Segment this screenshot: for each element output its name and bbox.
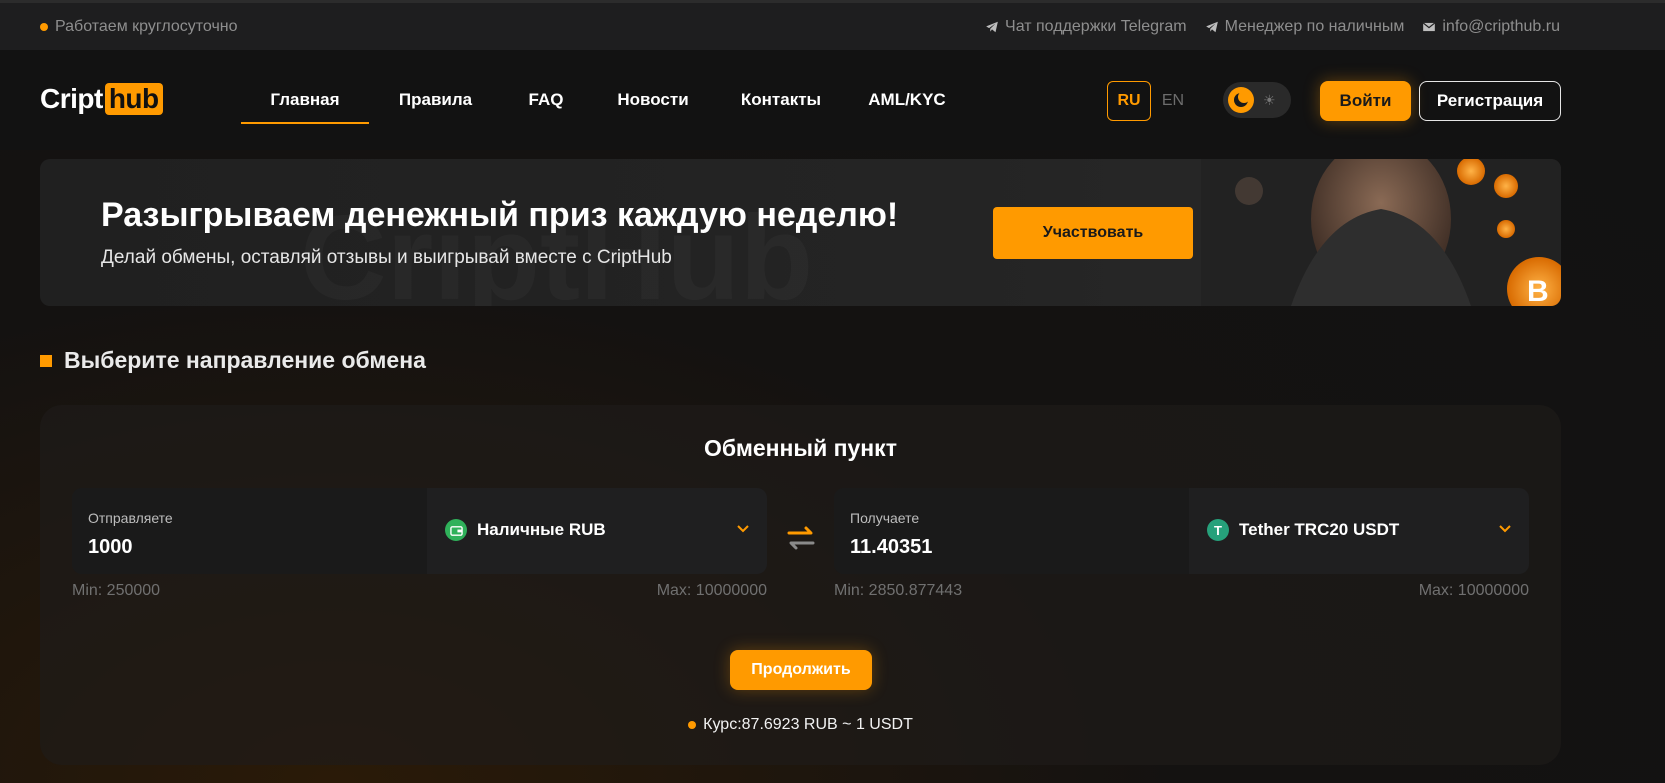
nav-rules-label: Правила — [398, 90, 473, 109]
lang-ru-button[interactable]: RU — [1107, 81, 1151, 121]
telegram-support-link[interactable]: Чат поддержки Telegram — [985, 18, 1187, 36]
section-title-text: Выберите направление обмена — [64, 347, 426, 373]
logo[interactable]: Cript hub — [40, 83, 163, 115]
register-button[interactable]: Регистрация — [1419, 81, 1561, 121]
send-limits: Min: 250000 Max: 10000000 — [72, 582, 767, 600]
nav-contacts-label: Контакты — [740, 90, 822, 109]
section-heading: Выберите направление обмена — [40, 347, 426, 374]
cash-manager-label: Менеджер по наличным — [1224, 18, 1405, 35]
telegram-icon — [986, 21, 998, 33]
receive-currency-select[interactable]: T Tether TRC20 USDT — [1207, 519, 1399, 541]
email-link[interactable]: info@cripthub.ru — [1422, 18, 1560, 36]
rate-dot — [688, 721, 697, 729]
lang-en-button[interactable]: EN — [1156, 81, 1190, 121]
nav-aml-kyc-label: AML/KYC — [868, 90, 946, 109]
exchange-title: Обменный пункт — [704, 435, 897, 461]
cash-manager-link[interactable]: Менеджер по наличным — [1205, 18, 1405, 36]
wallet-icon — [445, 519, 467, 541]
sun-icon: ☀ — [1263, 92, 1276, 108]
banner-subtitle: Делай обмены, оставляй отзывы и выигрыва… — [101, 247, 672, 268]
banner-title: Разыгрываем денежный приз каждую неделю! — [101, 196, 899, 234]
banner-illustration: B — [1201, 159, 1561, 306]
nav-news[interactable]: Новости — [590, 50, 716, 150]
send-currency-label: Наличные RUB — [477, 520, 606, 539]
svg-text:B: B — [1527, 275, 1549, 306]
exchange-card: Обменный пункт Отправляете 1000 Наличные… — [40, 405, 1561, 765]
logo-text-hub: hub — [104, 83, 163, 115]
send-field: Отправляете 1000 Наличные RUB — [72, 488, 767, 574]
send-max: Max: 10000000 — [656, 582, 767, 599]
status-text: Работаем круглосуточно — [55, 18, 238, 35]
receive-min: Min: 2850.877443 — [834, 582, 963, 599]
receive-amount-input[interactable]: 11.40351 — [850, 536, 932, 559]
contact-links: Чат поддержки Telegram Менеджер по налич… — [985, 18, 1560, 36]
nav-faq[interactable]: FAQ — [502, 50, 590, 150]
status-dot — [40, 23, 48, 31]
nav-aml-kyc[interactable]: AML/KYC — [846, 50, 968, 150]
tether-icon: T — [1207, 519, 1229, 541]
send-label: Отправляете — [88, 510, 173, 526]
receive-field: Получаете 11.40351 T Tether TRC20 USDT — [834, 488, 1529, 574]
mail-icon — [1423, 22, 1436, 32]
status-indicator: Работаем круглосуточно — [40, 18, 238, 36]
receive-label: Получаете — [850, 510, 920, 526]
moon-icon — [1228, 87, 1254, 113]
telegram-support-label: Чат поддержки Telegram — [1005, 18, 1187, 35]
chevron-down-icon[interactable] — [1499, 520, 1511, 538]
receive-max: Max: 10000000 — [1418, 582, 1529, 599]
telegram-icon — [1205, 21, 1218, 33]
nav-contacts[interactable]: Контакты — [716, 50, 846, 150]
nav-home[interactable]: Главная — [241, 50, 369, 150]
exchange-rate-text: Курс:87.6923 RUB ~ 1 USDT — [703, 716, 913, 733]
nav-faq-label: FAQ — [528, 90, 564, 109]
receive-currency-label: Tether TRC20 USDT — [1239, 520, 1400, 539]
continue-button[interactable]: Продолжить — [730, 650, 872, 690]
participate-button[interactable]: Участвовать — [993, 207, 1193, 259]
send-min: Min: 250000 — [72, 582, 161, 599]
exchange-rate: Курс:87.6923 RUB ~ 1 USDT — [40, 716, 1561, 734]
login-button[interactable]: Войти — [1320, 81, 1411, 121]
send-currency-select[interactable]: Наличные RUB — [445, 519, 606, 541]
main-nav: Главная Правила FAQ Новости Контакты AML… — [241, 50, 968, 150]
send-amount-input[interactable]: 1000 — [88, 536, 133, 559]
email-label: info@cripthub.ru — [1442, 18, 1560, 35]
receive-amount-area[interactable] — [834, 488, 1189, 574]
top-info-bar: Работаем круглосуточно Чат поддержки Tel… — [0, 0, 1665, 50]
nav-news-label: Новости — [617, 90, 689, 109]
main-header: Cript hub Главная Правила FAQ Новости Ко… — [0, 50, 1665, 150]
nav-rules[interactable]: Правила — [369, 50, 502, 150]
receive-limits: Min: 2850.877443 Max: 10000000 — [834, 582, 1529, 600]
chevron-down-icon[interactable] — [737, 520, 749, 538]
promo-banner: CriptHub Разыгрываем денежный приз кажду… — [40, 159, 1561, 306]
swap-icon[interactable] — [785, 522, 817, 554]
theme-toggle[interactable]: ☀ — [1223, 82, 1291, 118]
section-marker — [40, 354, 52, 367]
nav-home-label: Главная — [270, 90, 340, 109]
logo-text-cript: Cript — [40, 83, 103, 114]
send-amount-area[interactable] — [72, 488, 427, 574]
